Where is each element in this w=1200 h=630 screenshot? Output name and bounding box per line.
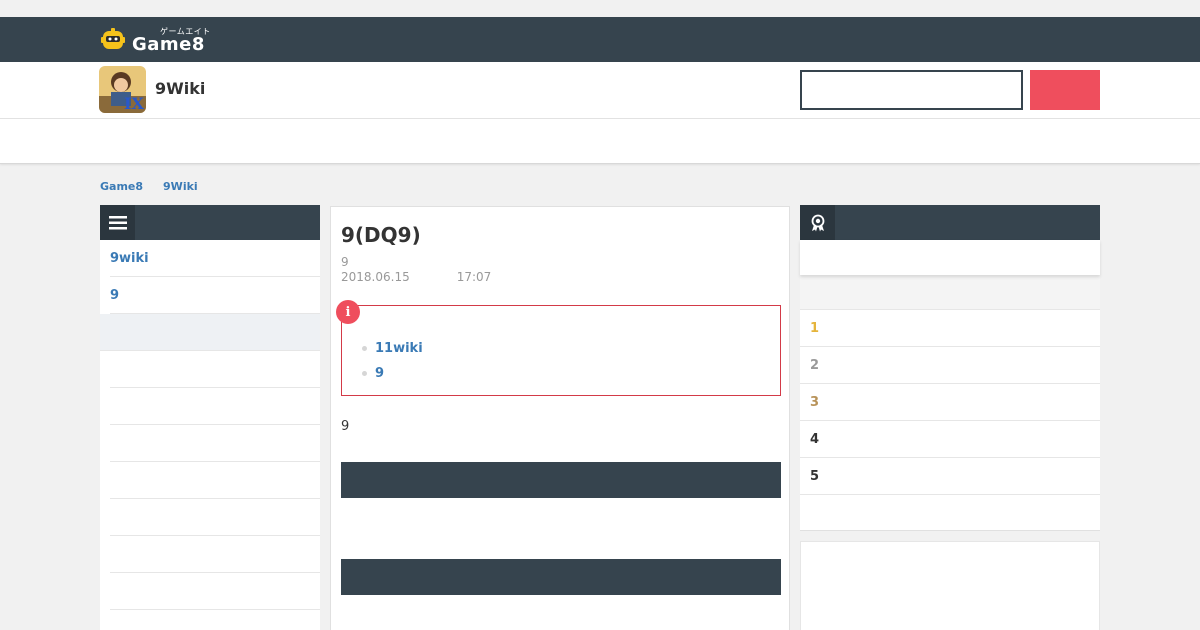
sidebar-item[interactable] <box>110 499 320 536</box>
top-strip <box>0 0 1200 17</box>
rank-item-5[interactable]: 5 <box>800 458 1100 495</box>
article-meta: 9 2018.06.15 17:07 <box>341 255 491 285</box>
breadcrumb-9wiki[interactable]: 9Wiki <box>163 180 198 193</box>
sidebar-item[interactable] <box>110 388 320 425</box>
sidebar-item-9[interactable]: 9 <box>110 277 320 314</box>
bullet-icon <box>362 346 367 351</box>
sidebar-item-highlighted[interactable] <box>100 314 320 351</box>
left-sidebar-header <box>100 205 320 240</box>
section-heading-bar <box>341 462 781 498</box>
left-sidebar: 9wiki 9 <box>100 205 320 630</box>
breadcrumb-game8[interactable]: Game8 <box>100 180 143 193</box>
page-title: 9(DQ9) <box>341 223 421 247</box>
section-heading-bar <box>341 559 781 595</box>
game8-logo[interactable]: ゲームエイト Game8 <box>100 27 224 55</box>
rank-item-4[interactable]: 4 <box>800 421 1100 458</box>
ranking-medal-icon <box>800 205 835 240</box>
sidebar-item[interactable] <box>110 536 320 573</box>
search-button[interactable] <box>1030 70 1100 110</box>
menu-icon[interactable] <box>100 205 135 240</box>
ranking-header <box>800 205 1100 240</box>
rank-item-3[interactable]: 3 <box>800 384 1100 421</box>
wiki-title[interactable]: 9Wiki <box>155 79 205 98</box>
update-time: 17:07 <box>456 270 492 284</box>
sidebar-item[interactable] <box>110 462 320 499</box>
svg-text:IX: IX <box>124 94 144 113</box>
sidebar-item[interactable] <box>110 425 320 462</box>
mascot-icon <box>101 28 125 49</box>
info-icon: i <box>336 300 360 324</box>
breadcrumb: Game8 9Wiki <box>100 180 218 193</box>
body-text: 9 <box>341 419 350 434</box>
ranking-tab[interactable] <box>800 240 1100 275</box>
notice-link-9[interactable]: 9 <box>362 361 423 386</box>
notice-link-list: 11wiki 9 <box>362 336 423 386</box>
meta-line: 9 <box>341 255 349 269</box>
sidebar-item[interactable] <box>110 351 320 388</box>
site-topbar: ゲームエイト Game8 <box>0 17 1200 62</box>
notice-link-label[interactable]: 9 <box>375 366 384 381</box>
notice-link-11wiki[interactable]: 11wiki <box>362 336 423 361</box>
rank-item-1[interactable]: 1 <box>800 310 1100 347</box>
rank-item-2[interactable]: 2 <box>800 347 1100 384</box>
logo-wordmark: Game8 <box>132 34 205 55</box>
game-icon[interactable]: IX <box>99 66 146 113</box>
update-date: 2018.06.15 <box>341 270 410 284</box>
article-main: 9(DQ9) 9 2018.06.15 17:07 i 11wiki 9 9 <box>330 206 790 630</box>
bullet-icon <box>362 371 367 376</box>
right-sidebar-box <box>800 541 1100 630</box>
sidebar-item[interactable] <box>110 573 320 610</box>
sidebar-item-9wiki[interactable]: 9wiki <box>110 240 320 277</box>
right-sidebar-ranking: 1 2 3 4 5 <box>800 205 1100 531</box>
notice-link-label[interactable]: 11wiki <box>375 341 423 356</box>
notice-box: i 11wiki 9 <box>336 300 781 396</box>
wiki-header: IX 9Wiki <box>0 62 1200 119</box>
global-nav-bar <box>0 119 1200 164</box>
search-input[interactable] <box>800 70 1023 110</box>
ranking-subheader <box>800 275 1100 310</box>
